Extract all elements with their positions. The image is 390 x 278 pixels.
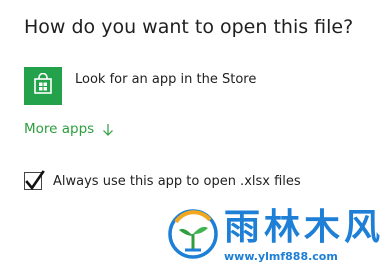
store-tile xyxy=(24,67,62,105)
always-use-checkbox[interactable] xyxy=(24,170,45,191)
dialog-title: How do you want to open this file? xyxy=(24,16,354,38)
open-with-dialog: How do you want to open this file? Look … xyxy=(0,0,390,278)
always-use-label: Always use this app to open .xlsx files xyxy=(53,173,301,189)
store-option[interactable]: Look for an app in the Store xyxy=(24,66,324,106)
more-apps-label: More apps xyxy=(24,121,95,137)
more-apps-link[interactable]: More apps xyxy=(24,121,114,137)
watermark: 雨林木风 www.ylmf888.com xyxy=(168,206,386,272)
always-use-row: Always use this app to open .xlsx files xyxy=(24,170,301,191)
store-bag-icon xyxy=(32,72,54,99)
store-option-label: Look for an app in the Store xyxy=(75,71,257,87)
ylmf-logo-icon xyxy=(168,206,218,262)
arrow-down-icon xyxy=(102,123,114,136)
watermark-text: 雨林木风 xyxy=(224,207,385,248)
watermark-url: www.ylmf888.com xyxy=(224,250,338,263)
